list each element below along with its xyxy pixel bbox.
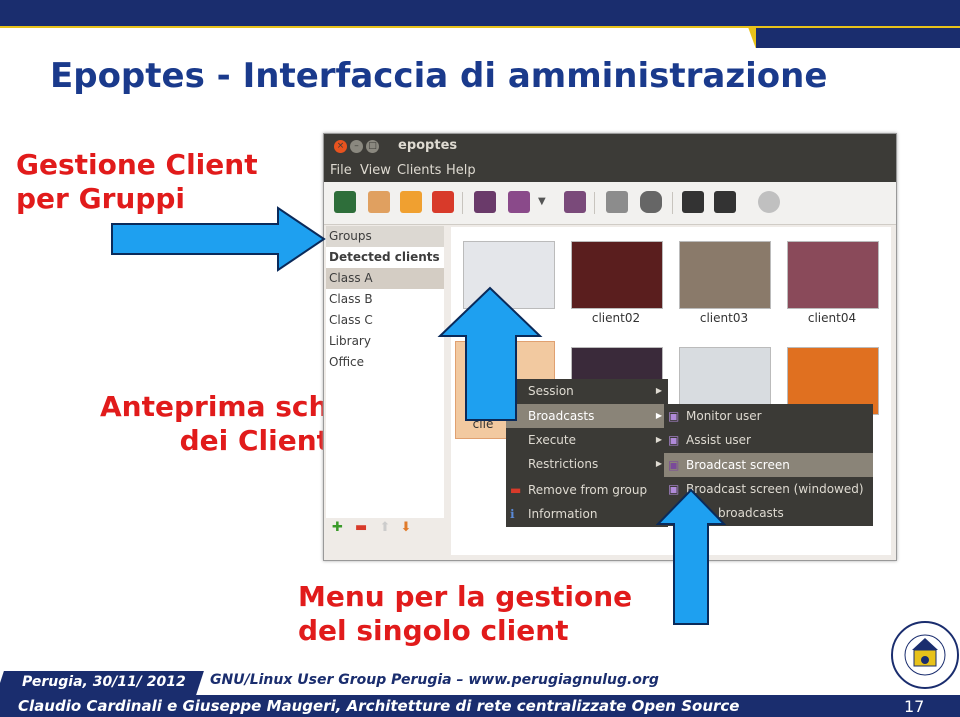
menu-clients[interactable]: Clients bbox=[397, 163, 441, 178]
sidebar-footer: ✚ ▬ ⬆ ⬇ bbox=[332, 520, 411, 535]
login-icon[interactable] bbox=[334, 191, 356, 213]
broadcast-icon: ▣ bbox=[668, 458, 680, 472]
toolbar-separator bbox=[594, 192, 595, 214]
sidebar-item-detected-clients[interactable]: Detected clients bbox=[326, 247, 444, 268]
chevron-right-icon: ▶ bbox=[655, 459, 662, 468]
client-thumbnail[interactable] bbox=[679, 241, 771, 309]
footer-date: Perugia, 30/11/ 2012 bbox=[22, 674, 186, 690]
menu-item-label: Restrictions bbox=[528, 457, 599, 471]
label-menu: Menu per la gestione del singolo client bbox=[298, 580, 632, 648]
arrow-up-icon bbox=[656, 488, 726, 625]
broadcast-icon[interactable] bbox=[508, 191, 530, 213]
menu-view[interactable]: View bbox=[360, 163, 391, 178]
sidebar-item-library[interactable]: Library bbox=[326, 331, 444, 352]
slide-title: Epoptes - Interfaccia di amministrazione bbox=[50, 56, 828, 96]
toolbar: ▼ bbox=[324, 182, 896, 225]
label-groups-line1: Gestione Client bbox=[16, 148, 258, 181]
menu-item-assist-user[interactable]: ▣ Assist user bbox=[664, 428, 873, 452]
chevron-right-icon: ▶ bbox=[655, 411, 662, 420]
chevron-right-icon: ▶ bbox=[655, 386, 662, 395]
remove-icon: ▬ bbox=[510, 483, 522, 497]
toolbar-separator bbox=[462, 192, 463, 214]
menu-item-broadcast-screen[interactable]: ▣ Broadcast screen bbox=[664, 453, 873, 477]
arrow-up-icon bbox=[437, 286, 543, 421]
menu-item-label: Monitor user bbox=[686, 409, 762, 423]
client-caption: client02 bbox=[591, 311, 641, 325]
menubar: File View Clients Help bbox=[324, 160, 896, 182]
client-caption: client04 bbox=[807, 311, 857, 325]
menu-item-label: broadcasts bbox=[718, 506, 784, 520]
move-up-icon[interactable]: ⬆ bbox=[379, 520, 390, 535]
window-title: epoptes bbox=[398, 138, 458, 153]
label-menu-line1: Menu per la gestione bbox=[298, 580, 633, 613]
sidebar-item-class-c[interactable]: Class C bbox=[326, 310, 444, 331]
gnulugpg-logo bbox=[891, 621, 959, 689]
page-number: 17 bbox=[904, 697, 925, 716]
menu-help[interactable]: Help bbox=[446, 163, 476, 178]
menu-item-label: Execute bbox=[528, 433, 576, 447]
menu-item-label: Broadcast screen bbox=[686, 458, 790, 472]
info-icon: ℹ bbox=[510, 507, 515, 521]
sidebar-item-office[interactable]: Office bbox=[326, 352, 444, 373]
unlock-icon[interactable] bbox=[714, 191, 736, 213]
sidebar-item-class-a[interactable]: Class A bbox=[326, 268, 444, 289]
sidebar-item-class-b[interactable]: Class B bbox=[326, 289, 444, 310]
client-thumbnail[interactable] bbox=[787, 241, 879, 309]
reboot-icon[interactable] bbox=[400, 191, 422, 213]
menu-item-execute[interactable]: Execute ▶ bbox=[506, 428, 668, 452]
remove-group-icon[interactable]: ▬ bbox=[355, 520, 367, 535]
move-down-icon[interactable]: ⬇ bbox=[401, 520, 412, 535]
toolbar-separator bbox=[672, 192, 673, 214]
close-icon[interactable]: × bbox=[334, 140, 347, 153]
menu-item-label: Remove from group bbox=[528, 483, 648, 497]
footer-glug: GNU/Linux User Group Perugia – www.perug… bbox=[210, 672, 659, 688]
menu-item-label: Information bbox=[528, 507, 598, 521]
info-icon[interactable] bbox=[758, 191, 780, 213]
menu-item-monitor-user[interactable]: ▣ Monitor user bbox=[664, 404, 873, 428]
menu-item-label: Assist user bbox=[686, 433, 751, 447]
lock-icon[interactable] bbox=[682, 191, 704, 213]
message-icon[interactable] bbox=[640, 191, 662, 213]
groups-sidebar: Groups Detected clients Class A Class B … bbox=[326, 226, 444, 518]
arrow-right-icon bbox=[111, 206, 326, 272]
monitor-icon: ▣ bbox=[668, 409, 680, 423]
header-tab bbox=[756, 28, 960, 48]
monitor-icon[interactable] bbox=[474, 191, 496, 213]
shutdown-icon[interactable] bbox=[432, 191, 454, 213]
window-titlebar: × – □ epoptes bbox=[324, 134, 896, 160]
client-thumbnail[interactable] bbox=[571, 241, 663, 309]
chevron-right-icon: ▶ bbox=[655, 435, 662, 444]
stop-broadcast-icon[interactable] bbox=[564, 191, 586, 213]
minimize-icon[interactable]: – bbox=[350, 140, 363, 153]
maximize-icon[interactable]: □ bbox=[366, 140, 379, 153]
chevron-down-icon[interactable]: ▼ bbox=[538, 191, 548, 213]
menu-file[interactable]: File bbox=[330, 163, 352, 178]
assist-icon: ▣ bbox=[668, 433, 680, 447]
menu-item-restrictions[interactable]: Restrictions ▶ bbox=[506, 452, 668, 476]
settings-icon[interactable] bbox=[606, 191, 628, 213]
user-icon[interactable] bbox=[368, 191, 390, 213]
add-group-icon[interactable]: ✚ bbox=[332, 520, 343, 535]
menu-item-information[interactable]: ℹ Information bbox=[506, 502, 668, 526]
menu-item-remove-from-group[interactable]: ▬ Remove from group bbox=[506, 478, 668, 502]
client-caption: client03 bbox=[699, 311, 749, 325]
sidebar-header-groups: Groups bbox=[326, 226, 444, 247]
header-band bbox=[0, 0, 960, 28]
label-menu-line2: del singolo client bbox=[298, 614, 569, 647]
footer-authors: Claudio Cardinali e Giuseppe Maugeri, Ar… bbox=[18, 697, 740, 715]
